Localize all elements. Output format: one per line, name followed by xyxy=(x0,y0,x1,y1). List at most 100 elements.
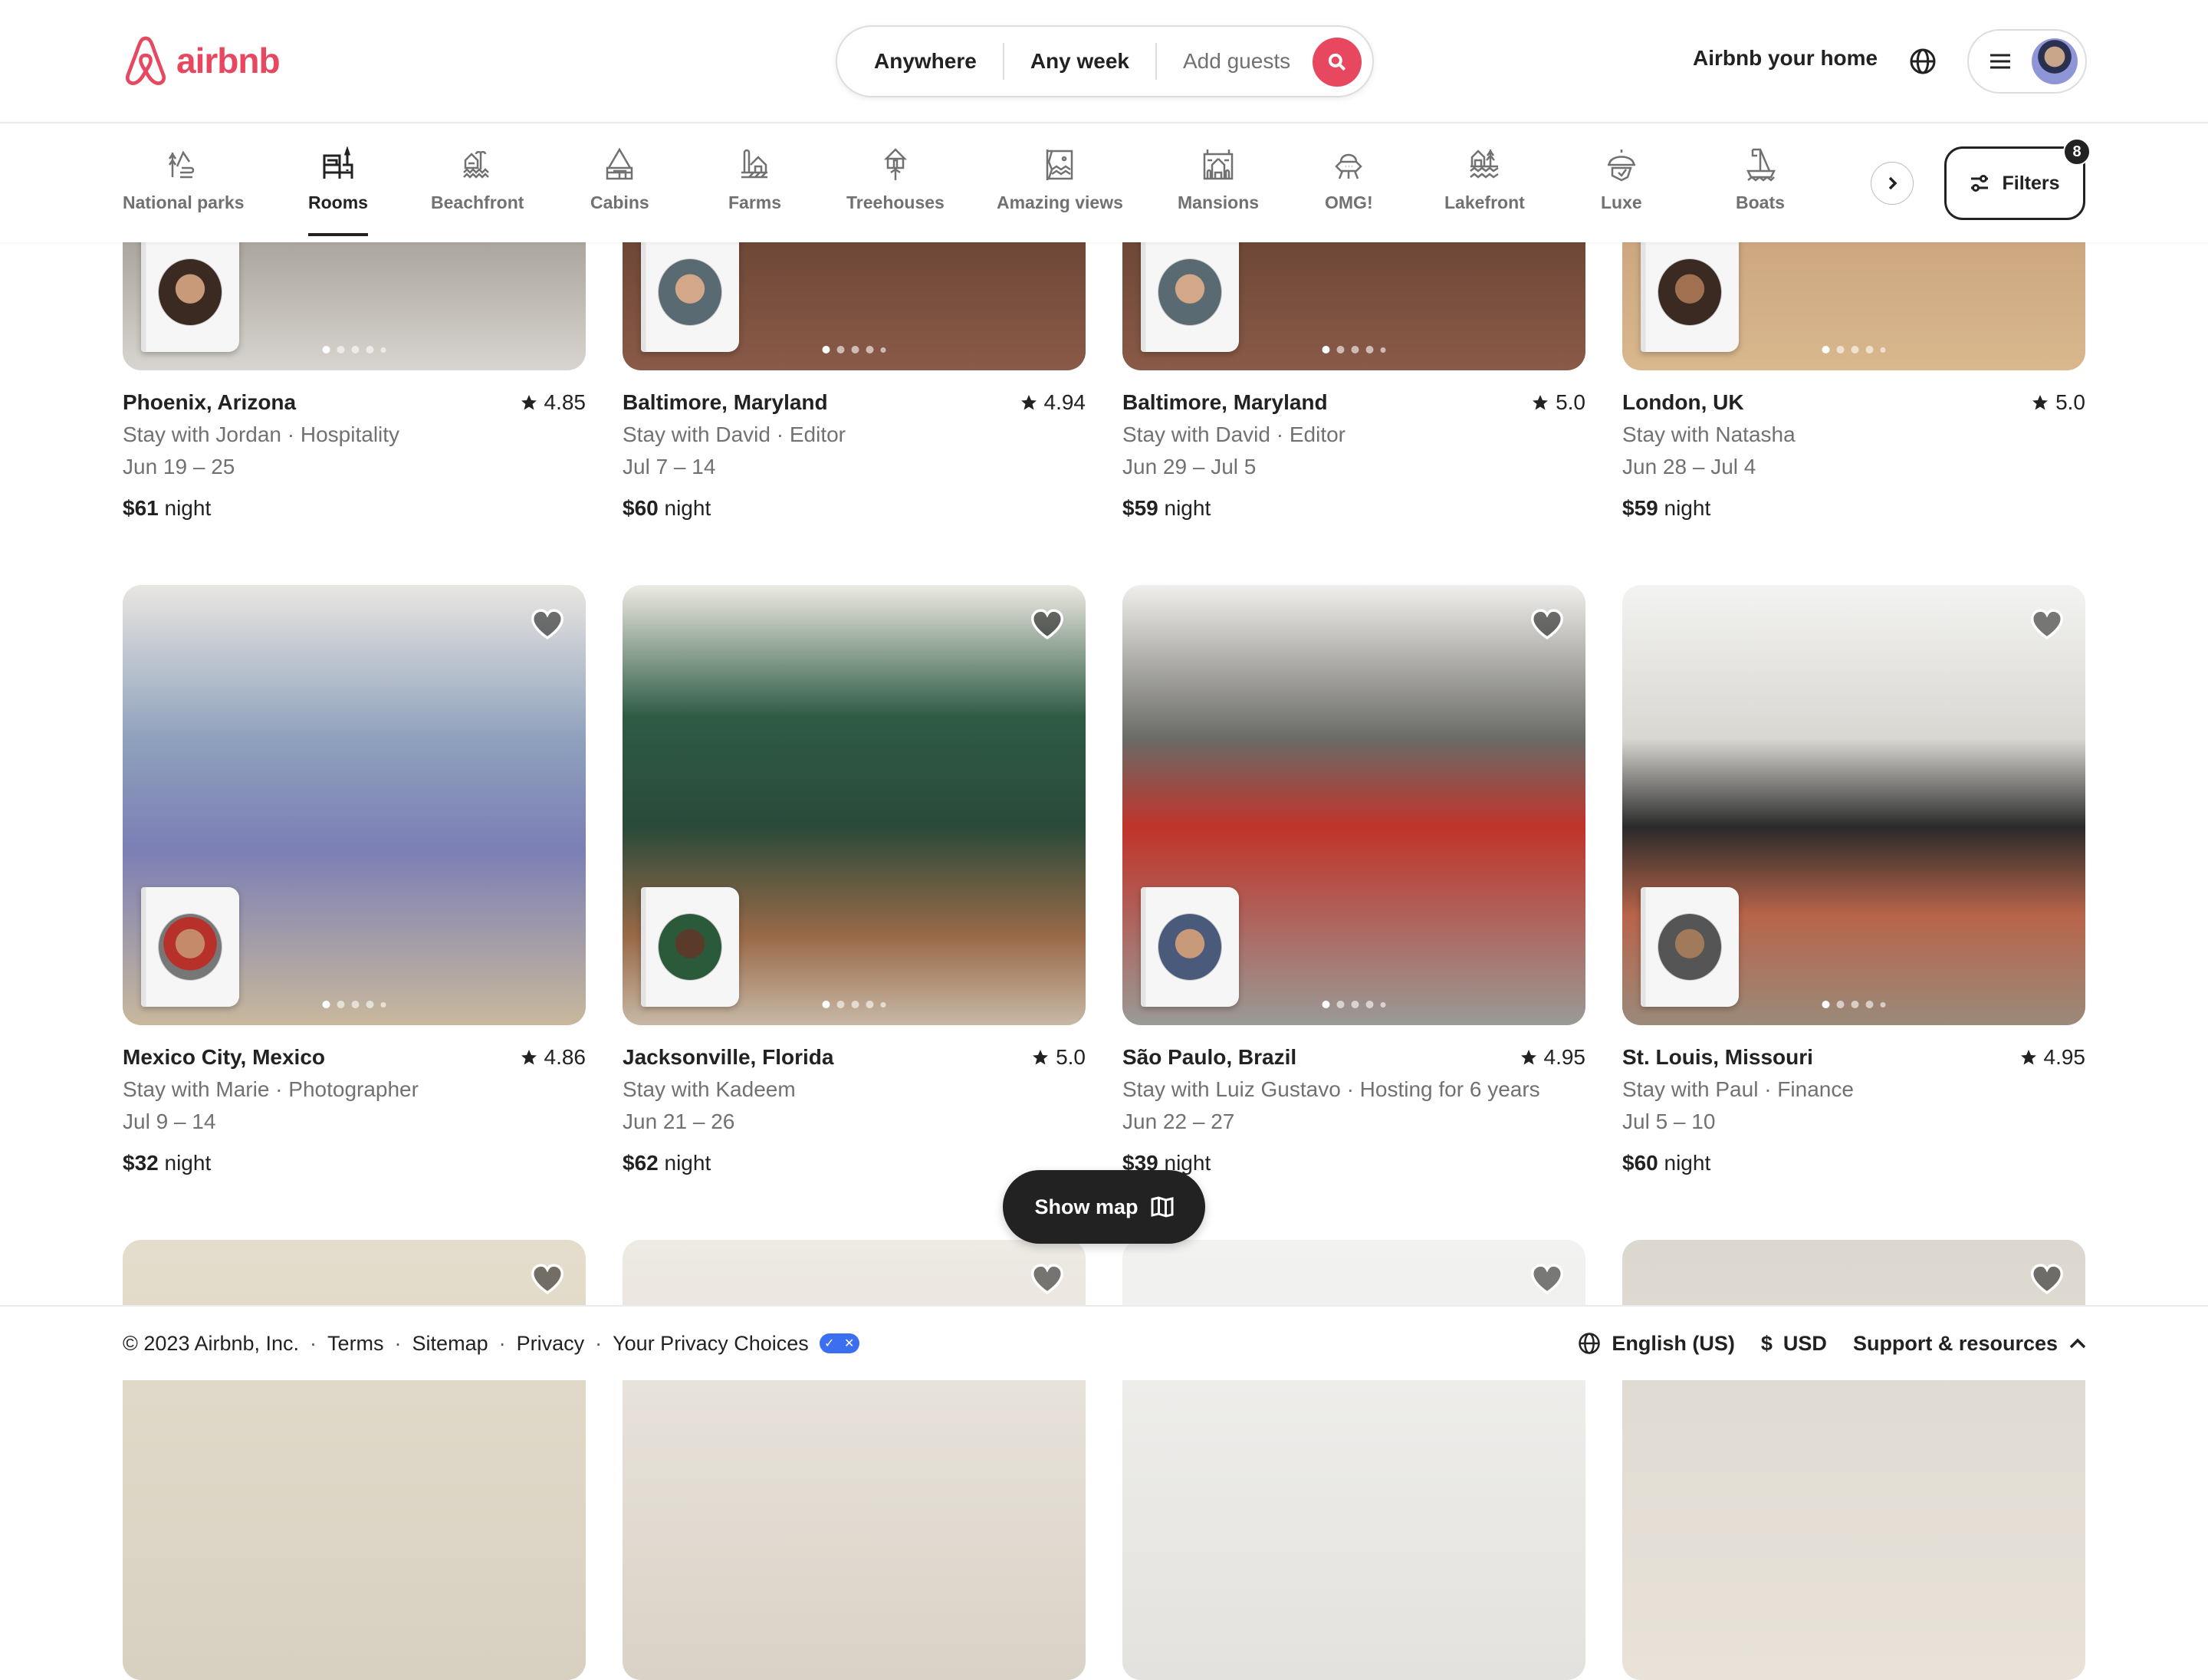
listing-host: Stay with Natasha xyxy=(1622,422,1796,446)
heart-favorite-icon[interactable] xyxy=(1030,608,1064,644)
category-scroll-next-button[interactable] xyxy=(1871,162,1914,205)
user-avatar xyxy=(2032,38,2078,84)
heart-favorite-icon[interactable] xyxy=(1530,1263,1564,1299)
heart-favorite-icon[interactable] xyxy=(1530,608,1564,644)
carousel-dot[interactable] xyxy=(1380,1001,1386,1008)
carousel-dot[interactable] xyxy=(366,1001,374,1008)
footer-link-privacy[interactable]: Privacy xyxy=(517,1332,585,1356)
privacy-choices-toggle-icon[interactable]: ✓ ✕ xyxy=(819,1333,859,1353)
category-beachfront[interactable]: Beachfront xyxy=(431,146,524,213)
listing-photo[interactable] xyxy=(623,585,1086,1025)
photo-carousel-dots[interactable] xyxy=(1322,346,1386,353)
carousel-dot[interactable] xyxy=(1336,1001,1345,1008)
search-guests[interactable]: Add guests xyxy=(1157,49,1313,74)
carousel-dot[interactable] xyxy=(1880,347,1886,353)
carousel-dot[interactable] xyxy=(851,346,859,353)
carousel-dot[interactable] xyxy=(1851,1001,1859,1008)
heart-favorite-icon[interactable] xyxy=(1030,1263,1064,1299)
carousel-dot[interactable] xyxy=(322,346,330,353)
filters-button[interactable]: Filters 8 xyxy=(1944,138,2091,220)
carousel-dot[interactable] xyxy=(866,346,874,353)
carousel-dot[interactable] xyxy=(880,1001,886,1008)
carousel-dot[interactable] xyxy=(851,1001,859,1008)
map-icon xyxy=(1151,1196,1173,1218)
carousel-dot[interactable] xyxy=(1365,346,1374,353)
carousel-dot[interactable] xyxy=(822,346,830,353)
photo-carousel-dots[interactable] xyxy=(1822,346,1886,353)
category-label: Amazing views xyxy=(997,192,1123,212)
listing-title: Phoenix, Arizona xyxy=(123,390,297,414)
photo-carousel-dots[interactable] xyxy=(1322,1001,1386,1008)
category-lakefront[interactable]: Lakefront xyxy=(1444,146,1525,213)
carousel-dot[interactable] xyxy=(380,347,386,353)
globe-icon[interactable] xyxy=(1909,48,1937,75)
carousel-dot[interactable] xyxy=(1365,1001,1374,1008)
footer-link-sitemap[interactable]: Sitemap xyxy=(412,1332,488,1356)
carousel-dot[interactable] xyxy=(1322,1001,1330,1008)
carousel-dot[interactable] xyxy=(322,1001,330,1008)
category-farms[interactable]: Farms xyxy=(728,146,781,213)
category-rooms[interactable]: Rooms xyxy=(308,146,368,236)
carousel-dot[interactable] xyxy=(1836,1001,1845,1008)
carousel-dot[interactable] xyxy=(1322,346,1330,353)
carousel-dot[interactable] xyxy=(1822,1001,1830,1008)
carousel-dot[interactable] xyxy=(1351,346,1359,353)
user-menu-button[interactable] xyxy=(1967,29,2087,94)
listing-photo[interactable] xyxy=(1622,585,2085,1025)
show-map-button[interactable]: Show map xyxy=(1003,1170,1205,1244)
listing-photo[interactable] xyxy=(123,585,586,1025)
category-omg[interactable]: OMG! xyxy=(1325,146,1373,213)
currency-selector[interactable]: $ USD xyxy=(1761,1332,1827,1356)
carousel-dot[interactable] xyxy=(836,1001,845,1008)
category-treehouses[interactable]: Treehouses xyxy=(846,146,945,213)
carousel-dot[interactable] xyxy=(337,346,345,353)
carousel-dot[interactable] xyxy=(1865,1001,1874,1008)
category-mansions[interactable]: Mansions xyxy=(1178,146,1259,213)
carousel-dot[interactable] xyxy=(880,347,886,353)
carousel-dot[interactable] xyxy=(366,346,374,353)
carousel-dot[interactable] xyxy=(380,1001,386,1008)
heart-favorite-icon[interactable] xyxy=(531,1263,564,1299)
search-button[interactable] xyxy=(1313,38,1362,87)
listing-rating: 5.0 xyxy=(2031,386,2085,419)
photo-carousel-dots[interactable] xyxy=(822,1001,886,1008)
language-selector[interactable]: English (US) xyxy=(1578,1332,1735,1356)
search-dates[interactable]: Any week xyxy=(1004,49,1155,74)
photo-carousel-dots[interactable] xyxy=(1822,1001,1886,1008)
search-bar[interactable]: Anywhere Any week Add guests xyxy=(836,25,1374,97)
host-avatar xyxy=(1158,258,1222,326)
carousel-dot[interactable] xyxy=(1836,346,1845,353)
carousel-dot[interactable] xyxy=(1351,1001,1359,1008)
carousel-dot[interactable] xyxy=(1336,346,1345,353)
carousel-dot[interactable] xyxy=(351,346,360,353)
category-cabins[interactable]: Cabins xyxy=(590,146,649,213)
carousel-dot[interactable] xyxy=(1822,346,1830,353)
category-boats[interactable]: Boats xyxy=(1736,146,1785,213)
airbnb-your-home-link[interactable]: Airbnb your home xyxy=(1693,46,1878,71)
carousel-dot[interactable] xyxy=(1865,346,1874,353)
airbnb-logo[interactable]: airbnb xyxy=(121,35,281,86)
heart-favorite-icon[interactable] xyxy=(2030,1263,2064,1299)
carousel-dot[interactable] xyxy=(866,1001,874,1008)
heart-favorite-icon[interactable] xyxy=(2030,608,2064,644)
category-national-parks[interactable]: National parks xyxy=(123,146,245,213)
photo-carousel-dots[interactable] xyxy=(322,346,386,353)
carousel-dot[interactable] xyxy=(836,346,845,353)
carousel-dot[interactable] xyxy=(337,1001,345,1008)
listing-rating: 4.95 xyxy=(1520,1041,1585,1073)
footer-link-privacy-choices[interactable]: Your Privacy Choices xyxy=(613,1332,809,1356)
carousel-dot[interactable] xyxy=(1851,346,1859,353)
heart-favorite-icon[interactable] xyxy=(531,608,564,644)
footer-link-terms[interactable]: Terms xyxy=(327,1332,384,1356)
search-location[interactable]: Anywhere xyxy=(837,49,1003,74)
carousel-dot[interactable] xyxy=(822,1001,830,1008)
carousel-dot[interactable] xyxy=(1880,1001,1886,1008)
carousel-dot[interactable] xyxy=(351,1001,360,1008)
category-amazing-views[interactable]: Amazing views xyxy=(997,146,1123,213)
photo-carousel-dots[interactable] xyxy=(822,346,886,353)
carousel-dot[interactable] xyxy=(1380,347,1386,353)
category-luxe[interactable]: Luxe xyxy=(1601,146,1642,213)
support-resources-toggle[interactable]: Support & resources xyxy=(1853,1332,2087,1356)
photo-carousel-dots[interactable] xyxy=(322,1001,386,1008)
listing-photo[interactable] xyxy=(1122,585,1585,1025)
